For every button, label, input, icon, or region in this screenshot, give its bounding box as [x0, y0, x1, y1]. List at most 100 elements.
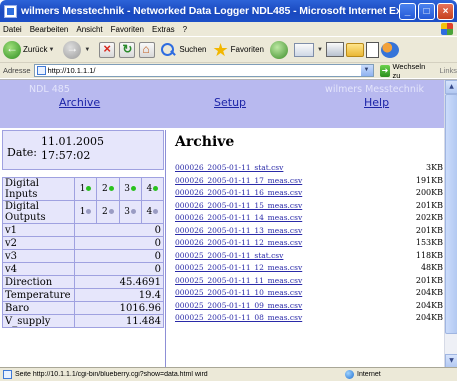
mail-icon[interactable] [294, 42, 314, 57]
forward-button[interactable]: ▼ [63, 40, 93, 59]
favorites-button[interactable]: ★ Favoriten [213, 41, 265, 59]
led-icon [108, 209, 114, 214]
minimize-button[interactable]: _ [399, 2, 416, 20]
favorites-label: Favoriten [230, 45, 264, 54]
file-link[interactable]: 000026_2005-01-11_15_meas.csv [175, 201, 302, 214]
file-row: 000026_2005-01-11_13_meas.csv 201KB [175, 226, 443, 239]
archive-file-list: 000026_2005-01-11_stat.csv 3KB 000026_200… [175, 163, 443, 326]
vertical-scrollbar[interactable]: ▲ ▼ [444, 80, 457, 367]
star-icon: ★ [212, 39, 229, 60]
reading-value: 0 [74, 223, 164, 237]
address-url[interactable]: http://10.1.1.1/ [48, 66, 96, 75]
forward-arrow-icon [63, 40, 82, 59]
file-size: 202KB [415, 213, 443, 222]
menu-extras[interactable]: Extras [152, 25, 175, 34]
device-name: NDL 485 [29, 84, 70, 95]
file-link[interactable]: 000025_2005-01-11_12_meas.csv [175, 263, 302, 276]
page-content: NDL 485 wilmers Messtechnik Archive Setu… [0, 79, 457, 367]
scroll-up-icon[interactable]: ▲ [445, 80, 457, 94]
back-button[interactable]: Zurück ▼ [3, 40, 57, 59]
menu-favoriten[interactable]: Favoriten [111, 25, 144, 34]
file-size: 204KB [415, 313, 443, 322]
file-size: 204KB [415, 288, 443, 297]
back-label: Zurück [23, 45, 48, 54]
zone-label: Internet [357, 371, 381, 378]
readings-table: Digital Inputs 1 2 3 4 Digital Outputs 1… [2, 177, 165, 328]
nav-archive-link[interactable]: Archive [59, 96, 100, 109]
file-link[interactable]: 000025_2005-01-11_10_meas.csv [175, 288, 302, 301]
menu-datei[interactable]: Datei [3, 25, 22, 34]
reading-value: 1016.96 [74, 301, 164, 315]
file-link[interactable]: 000026_2005-01-11_17_meas.csv [175, 176, 302, 189]
digital-outputs-row: Digital Outputs 1 2 3 4 [2, 200, 165, 224]
media-icon[interactable] [270, 40, 288, 59]
folder-icon[interactable] [345, 42, 364, 57]
nav-setup-link[interactable]: Setup [214, 96, 246, 109]
reading-label: v2 [2, 236, 75, 250]
status-text: Seite http://10.1.1.1/cgi-bin/blueberry.… [15, 371, 208, 378]
scroll-thumb[interactable] [445, 94, 457, 334]
file-link[interactable]: 000025_2005-01-11_09_meas.csv [175, 301, 302, 314]
file-link[interactable]: 000025_2005-01-11_11_meas.csv [175, 276, 302, 289]
file-size: 3KB [426, 163, 443, 172]
reading-row: v2 0 [2, 236, 164, 250]
file-link[interactable]: 000026_2005-01-11_14_meas.csv [175, 213, 302, 226]
digital-output-1: 1 [73, 200, 98, 224]
menu-bearbeiten[interactable]: Bearbeiten [30, 25, 69, 34]
menu-help[interactable]: ? [183, 25, 187, 34]
reading-value: 11.484 [74, 314, 164, 328]
edit-document-icon[interactable] [365, 41, 379, 58]
messenger-icon[interactable] [380, 41, 399, 58]
file-link[interactable]: 000026_2005-01-11_16_meas.csv [175, 188, 302, 201]
menu-ansicht[interactable]: Ansicht [76, 25, 102, 34]
file-size: 191KB [415, 175, 443, 185]
go-arrow-icon: ➜ [379, 64, 391, 77]
nav-help-link[interactable]: Help [364, 96, 389, 109]
links-toolbar[interactable]: Links [439, 66, 457, 75]
file-link[interactable]: 000025_2005-01-11_stat.csv [175, 251, 283, 264]
search-button[interactable]: Suchen [159, 41, 207, 59]
scroll-down-icon[interactable]: ▼ [445, 354, 457, 367]
reading-value: 0 [74, 249, 164, 263]
menu-bar: Datei Bearbeiten Ansicht Favoriten Extra… [0, 22, 457, 36]
chevron-down-icon[interactable]: ▼ [317, 47, 323, 53]
file-link[interactable]: 000026_2005-01-11_stat.csv [175, 163, 283, 176]
window-titlebar[interactable]: wilmers Messtechnik - Networked Data Log… [0, 0, 457, 22]
reading-row: v3 0 [2, 249, 164, 263]
maximize-button[interactable]: □ [418, 2, 435, 20]
reading-row: v4 0 [2, 262, 164, 276]
digital-input-2: 2 [96, 177, 120, 201]
chevron-down-icon[interactable]: ▼ [48, 47, 54, 53]
print-icon[interactable] [325, 42, 344, 57]
search-icon [159, 41, 177, 59]
refresh-icon[interactable] [119, 41, 136, 58]
chevron-down-icon[interactable]: ▼ [360, 65, 373, 76]
file-size: 201KB [415, 275, 443, 285]
led-icon [153, 186, 159, 191]
close-button[interactable]: × [437, 2, 454, 20]
reading-row: Temperature 19.4 [2, 288, 164, 302]
home-icon[interactable] [139, 41, 156, 58]
file-row: 000026_2005-01-11_stat.csv 3KB [175, 163, 443, 176]
reading-row: V_supply 11.484 [2, 314, 164, 328]
led-icon [130, 186, 136, 191]
reading-label: v3 [2, 249, 75, 263]
file-link[interactable]: 000025_2005-01-11_08_meas.csv [175, 313, 302, 326]
back-arrow-icon [3, 40, 21, 59]
address-input[interactable]: http://10.1.1.1/ ▼ [33, 64, 374, 77]
stop-icon[interactable] [99, 41, 116, 58]
chevron-down-icon[interactable]: ▼ [84, 47, 90, 53]
digital-input-4: 4 [140, 177, 165, 201]
reading-label: v4 [2, 262, 75, 276]
file-row: 000025_2005-01-11_09_meas.csv 204KB [175, 301, 443, 314]
file-link[interactable]: 000026_2005-01-11_12_meas.csv [175, 238, 302, 251]
reading-row: v1 0 [2, 223, 164, 237]
file-link[interactable]: 000026_2005-01-11_13_meas.csv [175, 226, 302, 239]
page-icon [3, 370, 12, 379]
file-size: 200KB [415, 188, 443, 197]
digital-output-2: 2 [96, 200, 120, 224]
ie-window-icon[interactable] [4, 4, 17, 18]
file-row: 000025_2005-01-11_11_meas.csv 201KB [175, 276, 443, 289]
file-row: 000026_2005-01-11_12_meas.csv 153KB [175, 238, 443, 251]
go-button[interactable]: ➜ Wechseln zu [379, 62, 432, 80]
